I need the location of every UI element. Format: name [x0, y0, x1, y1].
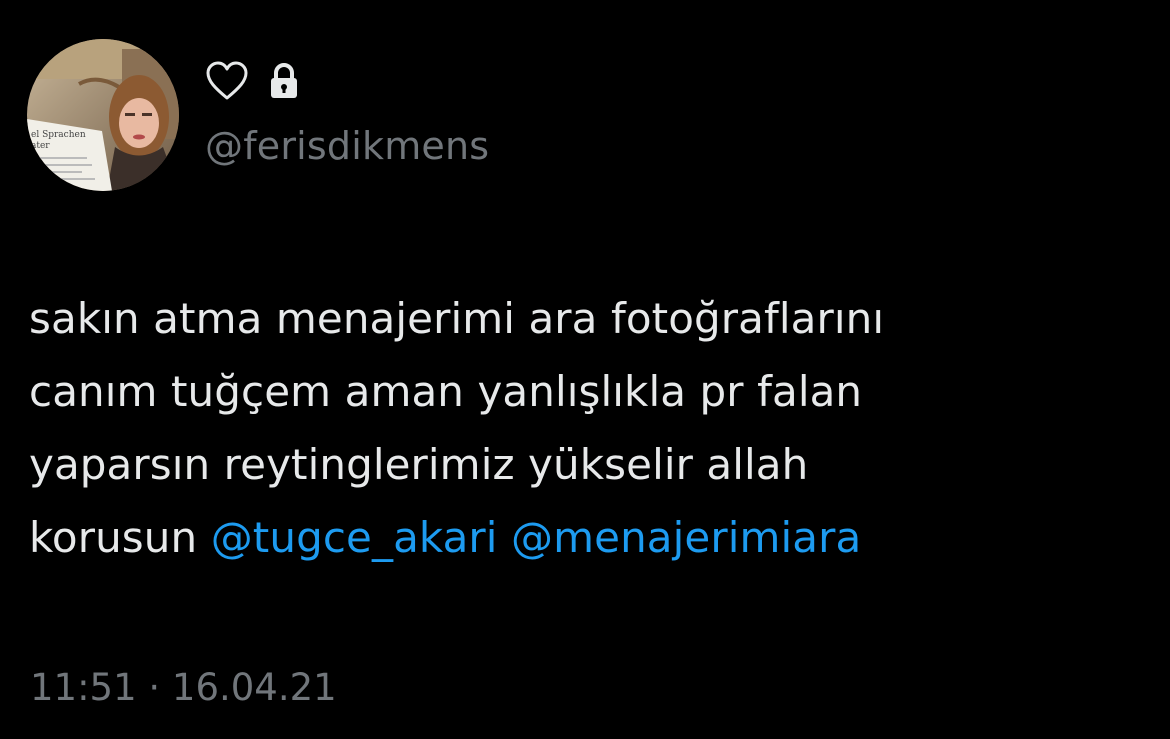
tweet-text-line: yaparsın reytinglerimiz yükselir allah [29, 440, 809, 489]
mention-link[interactable]: @tugce_akari [211, 513, 498, 562]
tweet-card: el Sprachen ater @ferisdikmens sakın atm… [0, 0, 1170, 739]
avatar[interactable]: el Sprachen ater [27, 39, 179, 191]
tweet-timestamp[interactable]: 11:51 · 16.04.21 [30, 664, 337, 712]
tweet-text: sakın atma menajerimi ara fotoğraflarını… [29, 282, 1129, 574]
avatar-newspaper-text-2: ater [31, 141, 50, 151]
user-handle[interactable]: @ferisdikmens [205, 121, 489, 171]
avatar-newspaper-text-1: el Sprachen [31, 130, 86, 140]
tweet-text-line: korusun [29, 513, 211, 562]
display-name[interactable] [205, 58, 299, 104]
lock-icon [269, 63, 299, 99]
tweet-text-line: canım tuğçem aman yanlışlıkla pr falan [29, 367, 863, 416]
tweet-text-line: sakın atma menajerimi ara fotoğraflarını [29, 294, 885, 343]
mention-link[interactable]: @menajerimiara [511, 513, 861, 562]
heart-outline-icon [205, 60, 249, 102]
